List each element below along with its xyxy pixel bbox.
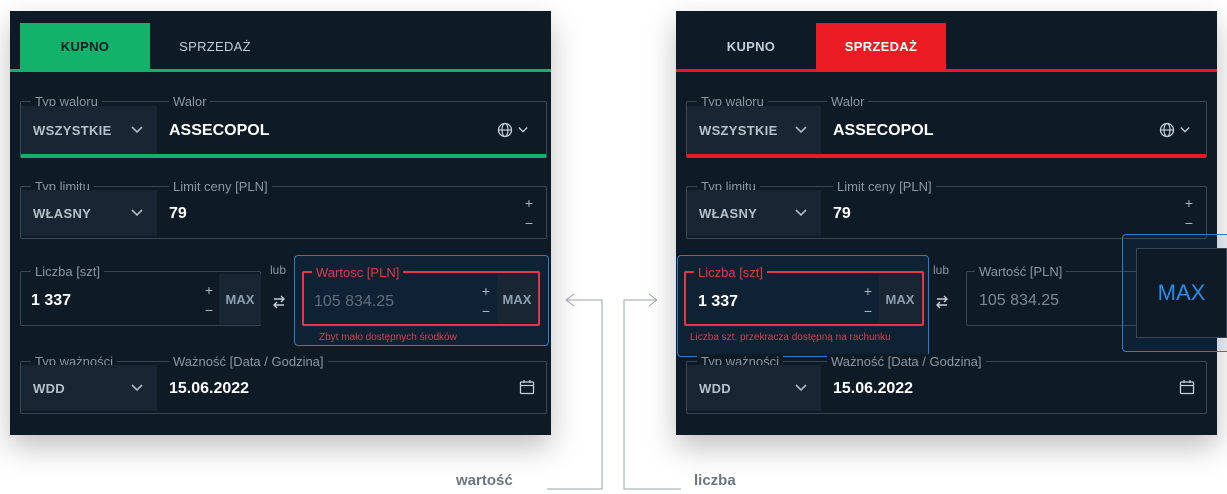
- instrument-field: Typ waloru Walor WSZYSTKIE ASSECOPOL: [20, 94, 547, 158]
- typ-limitu-value: WŁASNY: [33, 205, 92, 221]
- instrument-field: Typ waloru Walor WSZYSTKIE ASSECOPOL: [686, 94, 1207, 158]
- liczba-increment-button[interactable]: +: [203, 283, 215, 297]
- waznosc-value[interactable]: 15.06.2022: [169, 380, 249, 398]
- typ-limitu-value: WŁASNY: [699, 205, 758, 221]
- swap-arrows-icon[interactable]: [935, 295, 949, 309]
- limit-increment-button[interactable]: +: [1183, 196, 1195, 210]
- tab-buy[interactable]: KUPNO: [686, 23, 816, 69]
- wartosc-max-label: MAX: [502, 291, 532, 307]
- limit-decrement-button[interactable]: −: [523, 216, 535, 230]
- wartosc-increment-button[interactable]: +: [480, 284, 492, 298]
- typ-waznosci-value: WDD: [699, 380, 731, 396]
- chevron-down-icon[interactable]: [1180, 126, 1190, 134]
- globe-icon[interactable]: [497, 122, 513, 138]
- typ-waloru-value: WSZYSTKIE: [699, 122, 778, 138]
- tab-indicator: [676, 69, 1217, 72]
- typ-waloru-select[interactable]: WSZYSTKIE: [687, 106, 821, 154]
- typ-limitu-select[interactable]: WŁASNY: [687, 190, 821, 236]
- chevron-down-icon: [131, 126, 143, 134]
- waznosc-label: Ważność [Data / Godzina]: [169, 354, 328, 370]
- tab-buy[interactable]: KUPNO: [20, 23, 150, 69]
- limit-ceny-value[interactable]: 79: [169, 205, 187, 223]
- typ-waznosci-select[interactable]: WDD: [687, 365, 821, 411]
- annotation-wartosc: wartość: [456, 472, 513, 489]
- max-callout-label: MAX: [1157, 280, 1206, 305]
- walor-label: Walor: [169, 94, 211, 110]
- liczba-max-label: MAX: [225, 291, 255, 307]
- wartosc-decrement-button[interactable]: −: [480, 304, 492, 318]
- wartosc-max-button[interactable]: MAX: [497, 275, 537, 323]
- validity-field: Typ ważności Ważność [Data / Godzina] WD…: [686, 354, 1207, 414]
- liczba-error-text: Liczba szt. przekracza dostępną na rachu…: [690, 332, 891, 343]
- typ-limitu-select[interactable]: WŁASNY: [21, 190, 157, 236]
- typ-waznosci-select[interactable]: WDD: [21, 365, 157, 411]
- liczba-label: Liczba [szt]: [31, 264, 105, 280]
- liczba-field: Liczba [szt] 1 337 + − MAX: [684, 265, 924, 326]
- chevron-down-icon: [795, 384, 807, 392]
- tab-sell[interactable]: SPRZEDAŻ: [816, 23, 946, 69]
- liczba-decrement-button[interactable]: −: [862, 304, 874, 318]
- limit-ceny-label: Limit ceny [PLN]: [169, 179, 272, 195]
- liczba-max-label: MAX: [885, 291, 915, 307]
- typ-waznosci-value: WDD: [33, 380, 65, 396]
- wartosc-value[interactable]: 105 834.25: [314, 293, 394, 311]
- liczba-max-button[interactable]: MAX: [879, 275, 921, 323]
- max-callout-button[interactable]: MAX: [1136, 248, 1227, 338]
- chevron-down-icon: [795, 126, 807, 134]
- liczba-field: Liczba [szt] 1 337 + − MAX: [20, 264, 261, 326]
- order-panel-buy: KUPNO SPRZEDAŻ Typ waloru Walor WSZYSTKI…: [10, 11, 551, 435]
- waznosc-value[interactable]: 15.06.2022: [833, 380, 913, 398]
- validity-field: Typ ważności Ważność [Data / Godzina] WD…: [20, 354, 547, 414]
- limit-decrement-button[interactable]: −: [1183, 216, 1195, 230]
- waznosc-label: Ważność [Data / Godzina]: [827, 354, 986, 370]
- walor-value[interactable]: ASSECOPOL: [169, 122, 269, 140]
- order-tabs: KUPNO SPRZEDAŻ: [10, 11, 551, 72]
- limit-field: Typ limitu Limit ceny [PLN] WŁASNY 79 + …: [20, 179, 547, 239]
- liczba-increment-button[interactable]: +: [862, 284, 874, 298]
- wartosc-error-text: Zbyt mało dostępnych środków: [319, 332, 457, 343]
- chevron-down-icon: [131, 209, 143, 217]
- limit-increment-button[interactable]: +: [523, 196, 535, 210]
- walor-value[interactable]: ASSECOPOL: [833, 122, 933, 140]
- lub-label: lub: [270, 263, 287, 277]
- wartosc-field: Wartosc [PLN] 105 834.25 + − MAX: [302, 265, 540, 326]
- order-tabs: KUPNO SPRZEDAŻ: [676, 11, 1217, 72]
- wartosc-label: Wartosc [PLN]: [312, 265, 404, 281]
- limit-field: Typ limitu Limit ceny [PLN] WŁASNY 79 + …: [686, 179, 1207, 239]
- tab-sell[interactable]: SPRZEDAŻ: [150, 23, 280, 69]
- lub-label: lub: [933, 263, 950, 277]
- liczba-value[interactable]: 1 337: [31, 292, 71, 310]
- order-panel-sell: KUPNO SPRZEDAŻ Typ waloru Walor WSZYSTKI…: [676, 11, 1217, 435]
- tab-indicator: [10, 69, 551, 72]
- calendar-icon[interactable]: [1179, 379, 1195, 395]
- wartosc-value[interactable]: 105 834.25: [979, 292, 1059, 310]
- chevron-down-icon[interactable]: [518, 126, 528, 134]
- chevron-down-icon: [131, 384, 143, 392]
- swap-arrows-icon[interactable]: [272, 295, 286, 309]
- calendar-icon[interactable]: [519, 379, 535, 395]
- wartosc-label: Wartość [PLN]: [975, 264, 1067, 280]
- globe-icon[interactable]: [1159, 122, 1175, 138]
- liczba-decrement-button[interactable]: −: [203, 303, 215, 317]
- liczba-value[interactable]: 1 337: [698, 293, 738, 311]
- chevron-down-icon: [795, 209, 807, 217]
- typ-waloru-value: WSZYSTKIE: [33, 122, 112, 138]
- typ-waloru-select[interactable]: WSZYSTKIE: [21, 106, 157, 154]
- liczba-max-button[interactable]: MAX: [219, 274, 261, 324]
- limit-ceny-label: Limit ceny [PLN]: [833, 179, 936, 195]
- annotation-liczba: liczba: [694, 472, 736, 489]
- limit-ceny-value[interactable]: 79: [833, 205, 851, 223]
- liczba-label: Liczba [szt]: [694, 265, 768, 281]
- walor-label: Walor: [827, 94, 869, 110]
